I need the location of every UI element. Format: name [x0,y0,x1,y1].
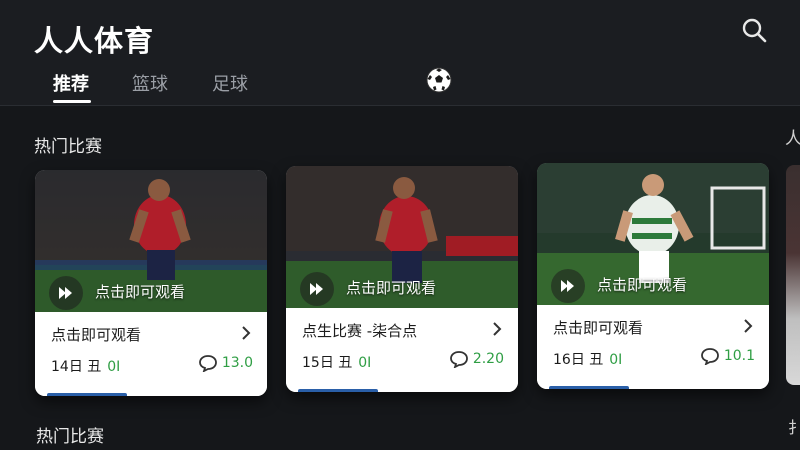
play-label: 点击即可观看 [346,279,437,297]
match-date-text: 16日 丑 [553,352,604,368]
match-info: 点击即可观看 14日 丑 0I 13.0 [35,312,267,396]
search-icon [742,18,767,43]
section-title-hot-matches: 热门比赛 [34,137,102,157]
chat-bubble-icon [449,351,468,368]
peek-section-title: 人 [785,129,800,149]
match-date: 16日 丑 0I [553,349,622,369]
play-icon [310,283,323,295]
peek-match-card[interactable] [786,165,800,385]
match-info: 点生比赛 -柒合点 15日 丑 0I 2.20 [286,308,518,392]
play-button[interactable] [551,269,585,303]
active-tab-indicator [53,100,91,103]
match-card[interactable]: 点击即可观看 点击即可观看 14日 丑 0I 13.0 [35,170,267,396]
chevron-right-icon[interactable] [490,320,504,338]
odds-value: 2.20 [472,351,504,367]
match-date: 15日 丑 0I [302,352,371,372]
chat-bubble-icon [198,355,217,372]
match-date-text: 15日 丑 [302,355,353,371]
card-accent-bar [549,386,629,389]
match-date-text: 14日 丑 [51,359,102,375]
tab-recommend[interactable]: 推荐 [53,70,89,96]
odds-value: 10.1 [723,348,755,364]
match-info: 点击即可观看 16日 丑 0I 10.1 [537,305,769,389]
soccer-ball-icon[interactable] [426,67,452,93]
match-card[interactable]: 点击即可观看 点击即可观看 16日 丑 0I 10.1 [537,163,769,389]
top-header: 人人体育 推荐 篮球 足球 [0,0,800,106]
odds-group: 13.0 [198,354,253,372]
match-status: 0I [609,352,623,368]
match-title: 点击即可观看 [553,319,644,337]
chevron-right-icon[interactable] [239,324,253,342]
category-tabs: 推荐 篮球 足球 [0,66,800,106]
card-accent-bar [298,389,378,392]
odds-group: 10.1 [700,347,755,365]
play-button[interactable] [300,272,334,306]
odds-group: 2.20 [449,350,504,368]
card-accent-bar [47,393,127,396]
play-icon [59,287,72,299]
match-status: 0I [358,355,372,371]
match-title: 点击即可观看 [51,326,142,344]
app-title: 人人体育 [34,24,155,58]
odds-value: 13.0 [221,355,253,371]
play-label: 点击即可观看 [597,276,688,294]
play-icon [561,280,574,292]
play-button[interactable] [49,276,83,310]
match-title: 点生比赛 -柒合点 [302,322,418,340]
chat-bubble-icon [700,348,719,365]
search-button[interactable] [740,16,768,44]
match-card[interactable]: 点击即可观看 点生比赛 -柒合点 15日 丑 0I 2.20 [286,166,518,392]
match-status: 0I [107,359,121,375]
chevron-right-icon[interactable] [741,317,755,335]
match-date: 14日 丑 0I [51,356,120,376]
tab-basketball[interactable]: 篮球 [132,70,168,96]
tab-football[interactable]: 足球 [212,70,248,96]
peek-section-title: 扌 [788,418,800,437]
section-title-hot-matches: 热门比赛 [36,427,104,447]
play-label: 点击即可观看 [95,283,186,301]
